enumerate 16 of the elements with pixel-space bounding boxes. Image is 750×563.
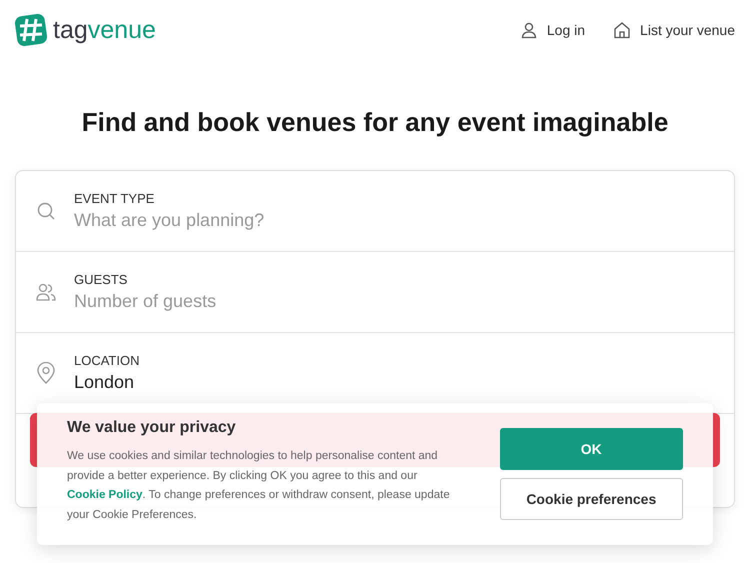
banner-text: We use cookies and similar technologies to help personalise content and provide a better experience. By clicking OK you agree to this and our Cookie Policy. To change preferences or withdraw consent, please update your Cookie Preferences.	[67, 449, 451, 522]
field-label: EVENT TYPE	[74, 191, 154, 206]
field-label: LOCATION	[74, 353, 140, 368]
location-pin-icon	[36, 362, 56, 384]
nav-link[interactable]: Log in	[520, 21, 586, 39]
preferences-button[interactable]: Cookie preferences	[500, 478, 683, 520]
headline: Find and book venues for any event imaginable	[80, 107, 670, 139]
home-icon	[613, 21, 632, 39]
logo-icon	[15, 14, 47, 46]
user-icon	[520, 21, 538, 39]
people-icon	[36, 282, 56, 302]
field-label: GUESTS	[74, 272, 128, 287]
nav-link[interactable]: List your venue	[613, 21, 735, 39]
search-icon	[36, 201, 56, 221]
logo-text[interactable]: tagvenue	[53, 16, 156, 44]
banner-title: We value your privacy	[67, 419, 236, 437]
